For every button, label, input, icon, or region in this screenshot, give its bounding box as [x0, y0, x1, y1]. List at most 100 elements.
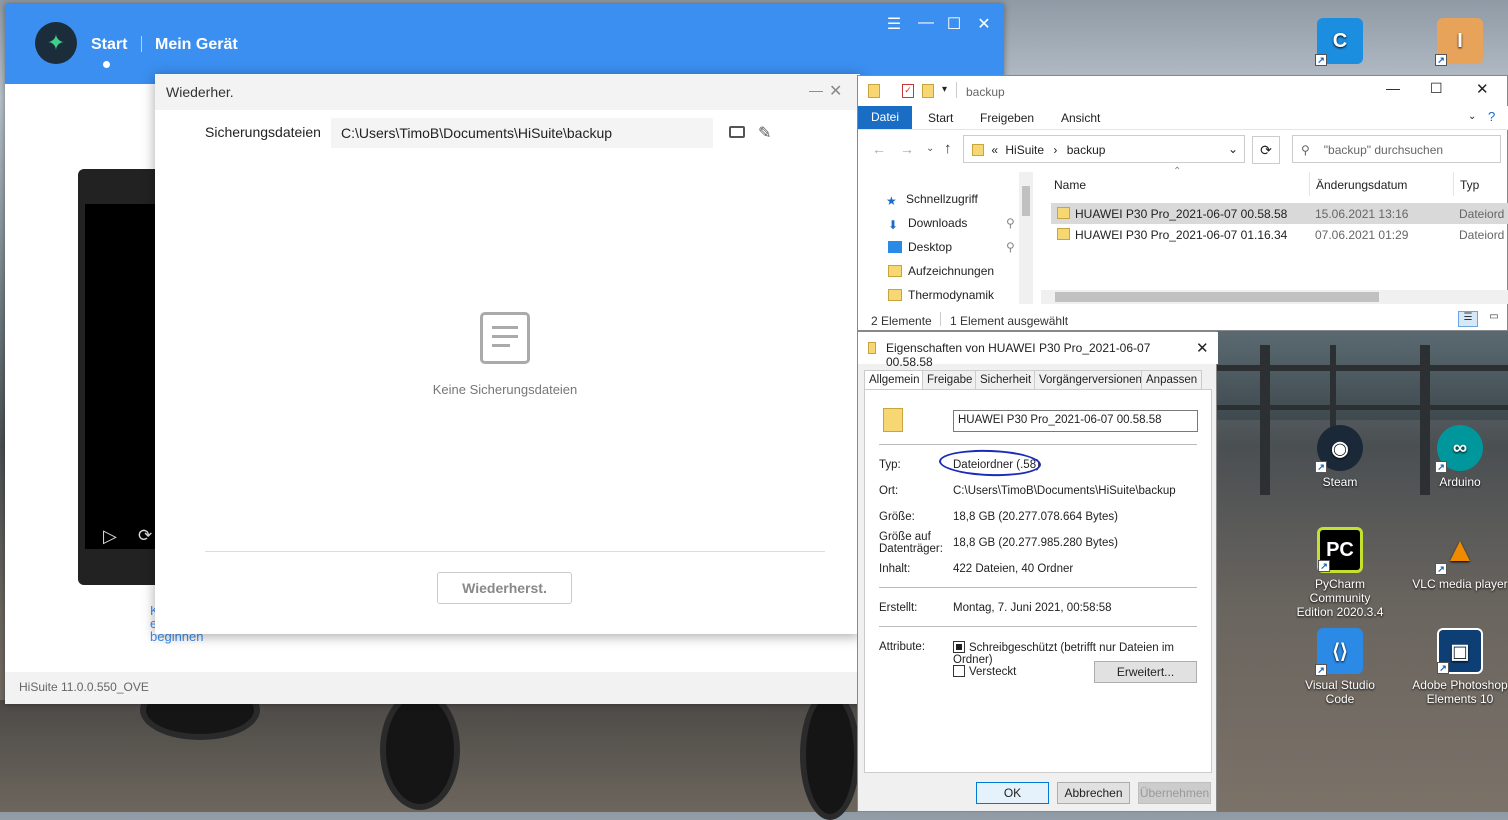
new-folder-quick-icon[interactable]	[922, 84, 934, 98]
folder-open-icon[interactable]	[729, 126, 745, 138]
recent-dropdown-icon[interactable]: ⌄	[926, 143, 934, 154]
details-view-icon[interactable]: ☰	[1458, 311, 1478, 327]
properties-general-panel: HUAWEI P30 Pro_2021-06-07 00.58.58 Typ: …	[864, 389, 1212, 773]
selection-count: 1 Element ausgewählt	[950, 314, 1069, 328]
breadcrumb-separator-icon: ›	[1053, 143, 1058, 157]
column-aenderungsdatum[interactable]: Änderungsdatum	[1316, 178, 1407, 192]
search-input[interactable]: ⚲ "backup" durchsuchen	[1292, 135, 1501, 163]
breadcrumb-hisuite[interactable]: HiSuite	[1005, 143, 1044, 157]
nav-mein-geraet[interactable]: Mein Gerät	[155, 36, 238, 54]
close-icon[interactable]: ✕	[1196, 339, 1209, 357]
steam-label: Steam	[1322, 475, 1358, 489]
nav-divider	[141, 36, 142, 52]
inventor-desktop-icon[interactable]: I ↗	[1410, 18, 1508, 68]
tab-ansicht[interactable]: Ansicht	[1061, 111, 1100, 125]
star-icon: ★	[886, 194, 897, 208]
refresh-icon[interactable]: ⟳	[138, 526, 152, 546]
close-icon[interactable]: ✕	[829, 81, 842, 101]
nav-scrollbar-thumb[interactable]	[1022, 186, 1030, 216]
tab-start[interactable]: Start	[928, 111, 953, 125]
close-icon[interactable]: ✕	[973, 14, 995, 34]
column-typ[interactable]: Typ	[1460, 178, 1479, 192]
cancel-button[interactable]: Abbrechen	[1057, 782, 1130, 804]
nav-thermodynamik[interactable]: Thermodynamik	[888, 288, 994, 302]
tab-allgemein[interactable]: Allgemein	[864, 370, 925, 391]
minimize-icon[interactable]: —	[1386, 80, 1400, 96]
cura-desktop-icon[interactable]: C ↗	[1290, 18, 1390, 68]
forward-arrow-icon[interactable]: →	[900, 141, 914, 157]
file-name: HUAWEI P30 Pro_2021-06-07 00.58.58	[1075, 207, 1288, 221]
version-label: HiSuite 11.0.0.550_OVE	[5, 672, 1004, 704]
ok-button[interactable]: OK	[976, 782, 1049, 804]
title-divider	[956, 82, 957, 98]
breadcrumb-overflow-icon[interactable]: «	[991, 143, 998, 157]
close-icon[interactable]: ✕	[1476, 80, 1489, 98]
nav-schnellzugriff[interactable]: ★ Schnellzugriff	[886, 192, 978, 208]
menu-icon[interactable]: ☰	[883, 14, 905, 34]
vscode-desktop-icon[interactable]: ⟨⟩ ↗ Visual Studio Code	[1290, 628, 1390, 706]
steam-desktop-icon[interactable]: ◉ ↗ Steam	[1290, 425, 1390, 489]
refresh-icon[interactable]: ⟳	[1252, 136, 1280, 164]
file-row-selected[interactable]: HUAWEI P30 Pro_2021-06-07 00.58.58 15.06…	[1051, 203, 1508, 224]
quick-access-dropdown-icon[interactable]: ▾	[942, 84, 947, 95]
restore-title-text: Wiederher.	[166, 84, 234, 100]
tiles-view-icon[interactable]: ▭	[1484, 311, 1504, 327]
arduino-desktop-icon[interactable]: ∞ ↗ Arduino	[1410, 425, 1508, 489]
column-name[interactable]: Name	[1054, 178, 1086, 192]
restore-button[interactable]: Wiederherst.	[437, 572, 572, 604]
edit-icon[interactable]: ✎	[758, 123, 771, 143]
nav-label: Aufzeichnungen	[908, 264, 995, 278]
inventor-icon: I ↗	[1435, 18, 1483, 66]
tab-freigabe[interactable]: Freigabe	[922, 370, 978, 390]
tab-vorgaengerversionen[interactable]: Vorgängerversionen	[1034, 370, 1147, 390]
search-icon: ⚲	[1301, 143, 1310, 157]
maximize-icon[interactable]: ☐	[943, 14, 965, 34]
hidden-checkbox[interactable]: Versteckt	[953, 665, 1016, 678]
back-arrow-icon[interactable]: ←	[872, 141, 886, 157]
maximize-icon[interactable]: ☐	[1430, 80, 1443, 97]
apply-button[interactable]: Übernehmen	[1138, 782, 1211, 804]
minimize-icon[interactable]: —	[915, 14, 937, 32]
horizontal-scrollbar-thumb[interactable]	[1055, 292, 1379, 302]
handwritten-circle-annotation	[938, 448, 1042, 478]
properties-quick-icon[interactable]: ✓	[902, 84, 914, 98]
backup-path-field[interactable]: C:\Users\TimoB\Documents\HiSuite\backup	[331, 118, 713, 148]
up-arrow-icon[interactable]: ↑	[944, 140, 952, 157]
tab-anpassen[interactable]: Anpassen	[1141, 370, 1203, 390]
breadcrumb-backup[interactable]: backup	[1067, 143, 1106, 157]
nav-desktop[interactable]: Desktop ⚲	[888, 240, 1015, 254]
attribute-label: Attribute:	[879, 641, 926, 653]
desktop-wallpaper-ground	[0, 680, 860, 820]
tab-sicherheit[interactable]: Sicherheit	[975, 370, 1037, 390]
ribbon-expand-icon[interactable]: ⌄	[1468, 111, 1476, 122]
nav-scrollbar[interactable]	[1019, 172, 1033, 304]
address-dropdown-icon[interactable]: ⌄	[1228, 142, 1238, 156]
file-name: HUAWEI P30 Pro_2021-06-07 01.16.34	[1075, 228, 1288, 242]
file-row[interactable]: HUAWEI P30 Pro_2021-06-07 01.16.34 07.06…	[1051, 224, 1508, 245]
help-icon[interactable]: ?	[1488, 109, 1495, 124]
photoshop-elements-icon: ▣ ↗	[1437, 628, 1483, 674]
vlc-desktop-icon[interactable]: ▲ ↗ VLC media player	[1410, 527, 1508, 592]
hisuite-logo-icon: ✦	[35, 22, 77, 64]
nav-start[interactable]: Start	[91, 36, 127, 54]
play-icon[interactable]: ▷	[103, 526, 117, 547]
pin-icon[interactable]: ⚲	[1006, 240, 1015, 254]
file-date: 07.06.2021 01:29	[1315, 228, 1409, 242]
folder-name-input[interactable]: HUAWEI P30 Pro_2021-06-07 00.58.58	[953, 410, 1198, 432]
nav-downloads[interactable]: ⬇ Downloads ⚲	[888, 216, 1015, 232]
address-bar[interactable]: « HiSuite › backup ⌄	[963, 135, 1245, 163]
nav-aufzeichnungen[interactable]: Aufzeichnungen	[888, 264, 994, 278]
tab-freigeben[interactable]: Freigeben	[980, 111, 1034, 125]
file-list: Name ⌃ Änderungsdatum Typ HUAWEI P30 Pro…	[1041, 166, 1508, 308]
photoshop-elements-desktop-icon[interactable]: ▣ ↗ Adobe Photoshop Elements 10	[1410, 628, 1508, 706]
checkbox-icon[interactable]	[953, 665, 965, 677]
pin-icon[interactable]: ⚲	[1006, 216, 1015, 230]
minimize-icon[interactable]: —	[809, 82, 823, 98]
pycharm-desktop-icon[interactable]: PC ↗ PyCharm Community Edition 2020.3.4	[1290, 527, 1390, 619]
tab-datei[interactable]: Datei	[858, 106, 912, 129]
checkbox-indeterminate-icon[interactable]	[953, 641, 965, 653]
status-bar: 2 Elemente 1 Element ausgewählt ☰ ▭	[858, 309, 1508, 331]
advanced-button[interactable]: Erweitert...	[1094, 661, 1197, 683]
column-divider	[1309, 172, 1310, 196]
horizontal-scrollbar[interactable]	[1041, 290, 1508, 304]
